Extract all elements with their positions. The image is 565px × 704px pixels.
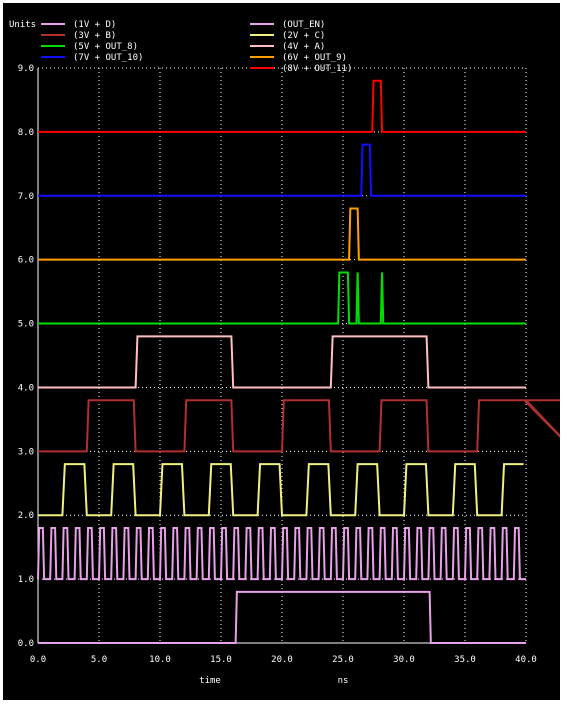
x-tick-label: 35.0 [454, 655, 476, 665]
y-tick-label: 9.0 [18, 64, 34, 74]
legend-label-7v-out-10: (7V + OUT_10) [73, 53, 143, 63]
x-tick-label: 30.0 [393, 655, 415, 665]
x-tick-label: 0.0 [30, 655, 46, 665]
x-axis-label: time [199, 676, 221, 686]
x-tick-label: 25.0 [332, 655, 354, 665]
y-tick-label: 7.0 [18, 192, 34, 202]
y-tick-label: 6.0 [18, 256, 34, 266]
y-tick-label: 4.0 [18, 383, 34, 393]
waveform-chart-frame: 0.0 5.0 10.0 15.0 20.0 25.0 30.0 35.0 40.0 0.0 1.0… [3, 3, 560, 700]
y-tick-label: 5.0 [18, 320, 34, 330]
y-tick-label: 0.0 [18, 639, 34, 649]
legend-label-3v-b: (3V + B) [73, 31, 116, 41]
legend-label-5v-out-8: (5V + OUT_8) [73, 42, 138, 52]
y-axis-label: Units [9, 20, 36, 30]
y-tick-label: 3.0 [18, 447, 34, 457]
waveform-chart: 0.0 5.0 10.0 15.0 20.0 25.0 30.0 35.0 40.0 0.0 1.0… [3, 3, 560, 700]
legend-label-2v-c: (2V + C) [282, 31, 325, 41]
legend-label-1v-d: (1V + D) [73, 20, 116, 30]
y-tick-label: 1.0 [18, 575, 34, 585]
legend-label-6v-out-9: (6V + OUT_9) [282, 53, 347, 63]
x-tick-label: 10.0 [149, 655, 171, 665]
legend-label-4v-a: (4V + A) [282, 42, 325, 52]
y-tick-label: 2.0 [18, 511, 34, 521]
plot-background [3, 3, 560, 700]
x-tick-label: 40.0 [515, 655, 537, 665]
legend-label-out-en: (OUT_EN) [282, 20, 325, 30]
legend-label-8v-out-11: (8V + OUT_11) [282, 64, 352, 74]
x-tick-label: 15.0 [210, 655, 232, 665]
y-tick-label: 8.0 [18, 128, 34, 138]
x-tick-label: 5.0 [91, 655, 107, 665]
x-tick-label: 20.0 [271, 655, 293, 665]
x-axis-unit: ns [338, 676, 349, 686]
